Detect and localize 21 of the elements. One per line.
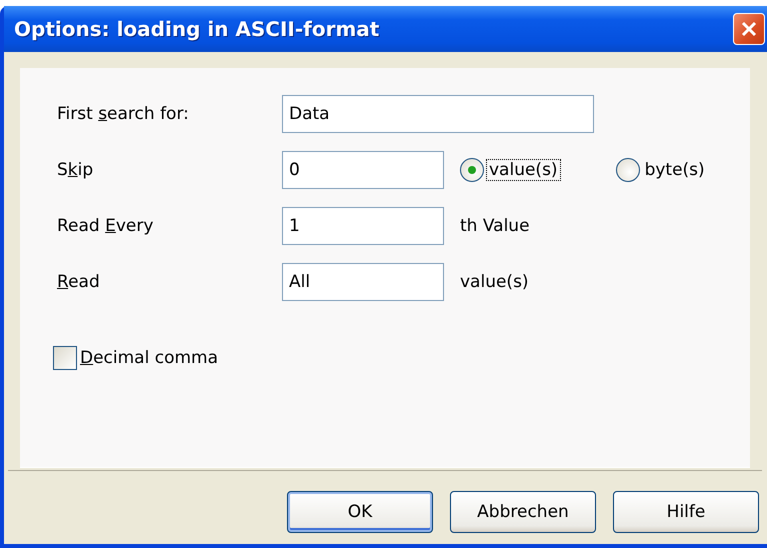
input-field[interactable]: 0 — [282, 151, 444, 189]
radio-button[interactable] — [616, 158, 640, 182]
option-label[interactable]: byte(s) — [642, 160, 707, 180]
option-label[interactable]: value(s) — [487, 160, 560, 180]
dialog-button[interactable]: OK — [287, 491, 433, 533]
field-label: Read Every — [57, 216, 154, 236]
field-label: Read — [57, 272, 101, 292]
close-icon[interactable] — [733, 13, 765, 45]
input-field[interactable]: All — [282, 263, 444, 301]
window-title: Options: loading in ASCII-format — [14, 17, 380, 41]
unit-label: value(s) — [460, 272, 529, 292]
field-label: First search for: — [57, 104, 190, 124]
dialog-button[interactable]: Hilfe — [613, 491, 759, 533]
checkbox-label[interactable]: Decimal comma — [80, 348, 218, 368]
input-field[interactable]: 1 — [282, 207, 444, 245]
radio-button[interactable] — [460, 158, 484, 182]
input-field[interactable]: Data — [282, 95, 594, 133]
dialog-button[interactable]: Abbrechen — [450, 491, 596, 533]
field-label: Skip — [57, 160, 94, 180]
unit-label: th Value — [460, 216, 530, 236]
checkbox[interactable] — [53, 346, 77, 370]
